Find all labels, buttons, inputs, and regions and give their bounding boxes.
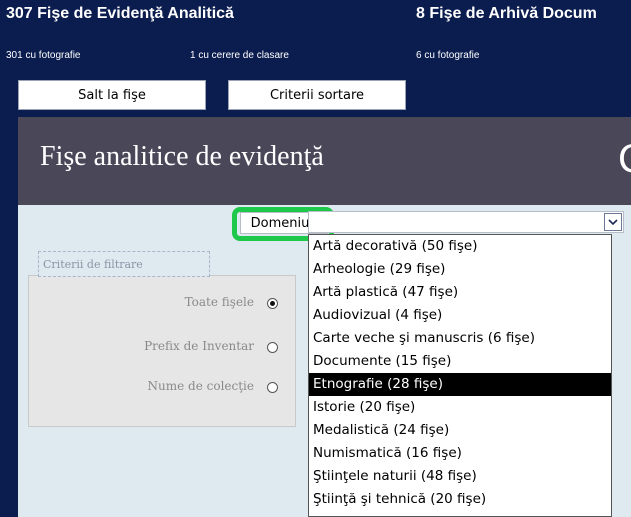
filter-criteria-legend: Criterii de filtrare <box>38 251 210 277</box>
archive-with-photo-count: 6 cu fotografie <box>416 50 480 61</box>
panel-title: Fişe analitice de evidenţă <box>40 141 324 172</box>
list-item[interactable]: Istorie (20 fişe) <box>309 396 611 419</box>
archive-records-count: 8 Fişe de Arhivă Docum <box>416 5 597 22</box>
analytic-records-count: 307 Fişe de Evidenţă Analitică <box>6 5 234 22</box>
panel-banner: Fişe analitice de evidenţă C <box>18 117 631 205</box>
list-item[interactable]: Audiovizual (4 fişe) <box>309 304 611 327</box>
list-item[interactable]: Artă decorativă (50 fişe) <box>309 235 611 258</box>
chevron-down-icon <box>608 218 618 225</box>
list-item[interactable]: Carte veche şi manuscris (6 fişe) <box>309 327 611 350</box>
list-item[interactable]: Numismatică (16 fişe) <box>309 442 611 465</box>
filter-collection-label: Nume de colecţie <box>147 379 255 393</box>
list-item[interactable]: Ştiinţă şi tehnică (20 fişe) <box>309 488 611 511</box>
list-item[interactable]: Ştiinţele naturii (48 fişe) <box>309 465 611 488</box>
filter-all-label: Toate fişele <box>184 295 254 309</box>
filter-prefix-radio[interactable] <box>267 342 278 353</box>
list-item-selected[interactable]: Etnografie (28 fişe) <box>309 373 611 396</box>
jump-to-records-button[interactable]: Salt la fişe <box>18 80 206 110</box>
domain-dropdown-list: Artă decorativă (50 fişe) Arheologie (29… <box>308 234 612 517</box>
filter-collection-radio[interactable] <box>267 382 278 393</box>
panel-title-peek: C <box>618 137 631 182</box>
sort-criteria-button[interactable]: Criterii sortare <box>228 80 406 110</box>
list-item[interactable]: Artă plastică (47 fişe) <box>309 281 611 304</box>
domain-combobox[interactable] <box>308 211 624 233</box>
filter-prefix-label: Prefix de Inventar <box>144 339 254 353</box>
list-item[interactable]: Arheologie (29 fişe) <box>309 258 611 281</box>
list-item[interactable]: Documente (15 fişe) <box>309 350 611 373</box>
list-item[interactable]: Medalistică (24 fişe) <box>309 419 611 442</box>
filter-all-radio[interactable] <box>267 298 278 309</box>
with-photo-count: 301 cu fotografie <box>6 50 81 61</box>
dropdown-button[interactable] <box>604 213 622 231</box>
classification-request-count: 1 cu cerere de clasare <box>190 50 289 61</box>
